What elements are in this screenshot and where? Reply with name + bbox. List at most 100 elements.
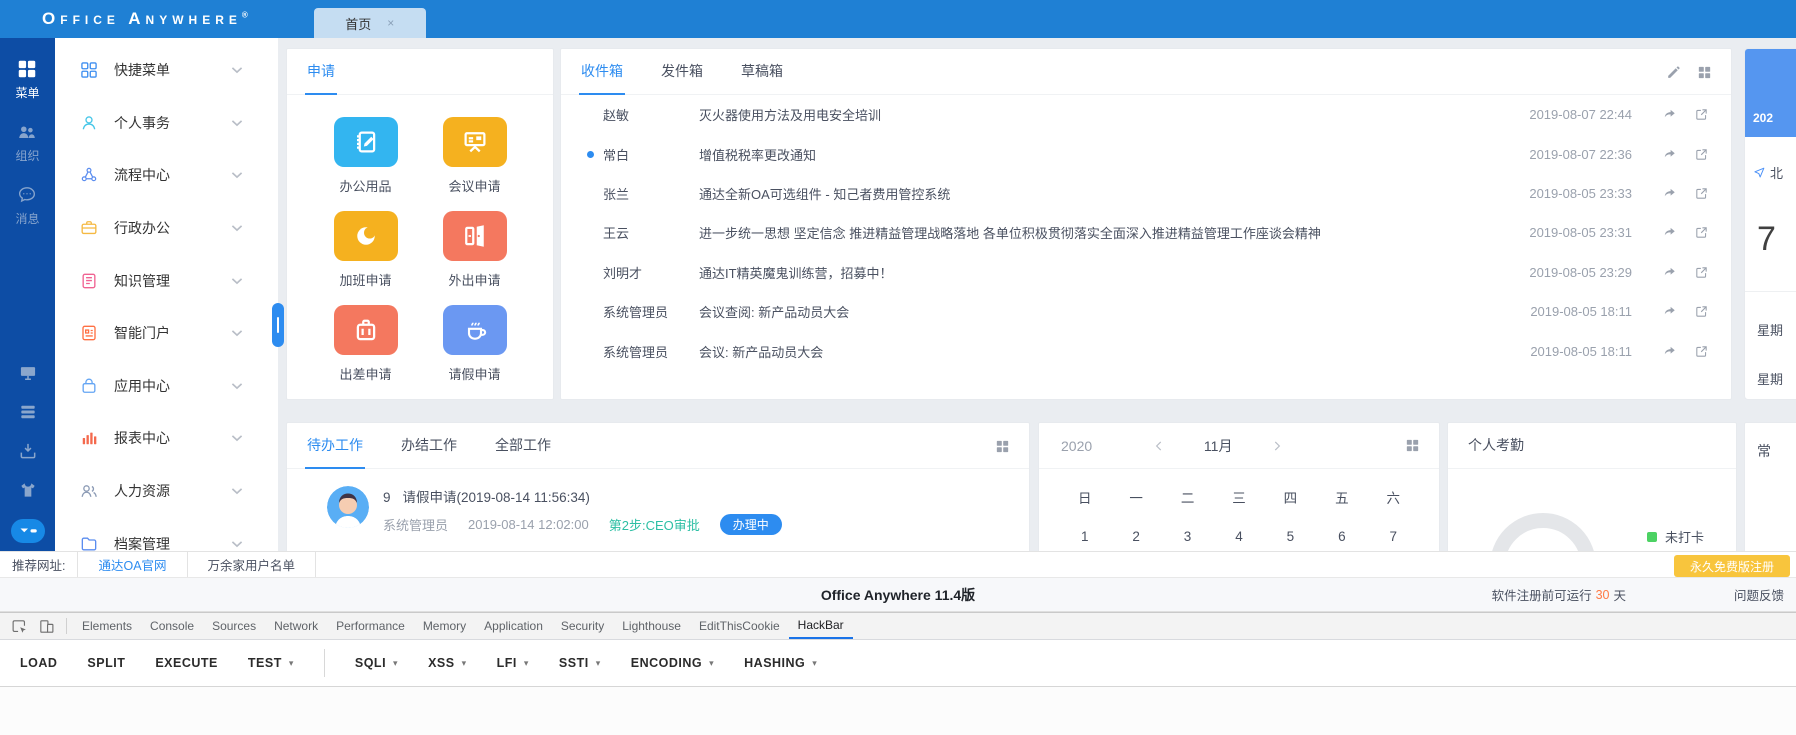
forward-icon[interactable] (1662, 107, 1677, 122)
devtools-tab-editthiscookie[interactable]: EditThisCookie (690, 613, 789, 639)
devtools-tab-security[interactable]: Security (552, 613, 613, 639)
calendar-year: 2020 (1061, 438, 1092, 454)
devtools-tab-sources[interactable]: Sources (203, 613, 265, 639)
sidebar-item-archives[interactable]: 档案管理 (55, 517, 278, 551)
calendar-day[interactable]: 7 (1368, 529, 1419, 544)
hackbar-load[interactable]: LOAD (20, 656, 57, 670)
devtools-tab-application[interactable]: Application (475, 613, 552, 639)
prev-month-icon[interactable] (1152, 439, 1166, 453)
grid-view-icon[interactable] (1696, 64, 1713, 81)
app-overtime-request[interactable]: 加班申请 (334, 211, 398, 289)
inspect-element-icon[interactable] (6, 613, 33, 639)
rail-item-message[interactable]: 消息 (15, 184, 39, 227)
mail-row[interactable]: 赵敏 灭火器使用方法及用电安全培训 2019-08-07 22:44 (561, 95, 1731, 134)
feedback-link[interactable]: 问题反馈 (1734, 578, 1784, 611)
calendar-day[interactable]: 1 (1059, 529, 1110, 544)
app-meeting-request[interactable]: 会议申请 (443, 117, 507, 195)
tab-pending-work[interactable]: 待办工作 (305, 435, 365, 468)
caret-down-icon: ▾ (289, 658, 294, 669)
open-external-icon[interactable] (1694, 147, 1709, 162)
devtools-tab-console[interactable]: Console (141, 613, 203, 639)
devtools-tab-memory[interactable]: Memory (414, 613, 475, 639)
link-oa-official[interactable]: 通达OA官网 (77, 552, 186, 577)
devtools-tab-elements[interactable]: Elements (73, 613, 141, 639)
hackbar-ssti-menu[interactable]: SSTI▾ (559, 656, 601, 670)
sidebar-item-reports[interactable]: 报表中心 (55, 412, 278, 465)
mail-row[interactable]: 王云 进一步统一思想 坚定信念 推进精益管理战略落地 各单位积极贯彻落实全面深入… (561, 213, 1731, 252)
mail-row[interactable]: 张兰 通达全新OA可选组件 - 知己者费用管控系统 2019-08-05 23:… (561, 174, 1731, 213)
sidebar-item-knowledge[interactable]: 知识管理 (55, 254, 278, 307)
open-external-icon[interactable] (1694, 344, 1709, 359)
sidebar-item-portal[interactable]: 智能门户 (55, 307, 278, 360)
open-external-icon[interactable] (1694, 225, 1709, 240)
open-external-icon[interactable] (1694, 107, 1709, 122)
devtools-tab-hackbar[interactable]: HackBar (789, 613, 853, 639)
sidebar-item-workflow[interactable]: 流程中心 (55, 149, 278, 202)
rail-item-org[interactable]: 组织 (15, 121, 39, 164)
device-toolbar-icon[interactable] (33, 613, 60, 639)
tshirt-icon[interactable] (18, 480, 38, 500)
app-office-supplies[interactable]: 办公用品 (334, 117, 398, 195)
hackbar-split[interactable]: SPLIT (87, 656, 125, 670)
next-month-icon[interactable] (1270, 439, 1284, 453)
sidebar-item-admin-office[interactable]: 行政办公 (55, 202, 278, 255)
forward-icon[interactable] (1662, 225, 1677, 240)
hackbar-xss-menu[interactable]: XSS▾ (428, 656, 467, 670)
sidebar-item-hr[interactable]: 人力资源 (55, 465, 278, 518)
register-button[interactable]: 永久免费版注册 (1674, 555, 1790, 577)
sidebar-item-quick-menu[interactable]: 快捷菜单 (55, 44, 278, 97)
forward-icon[interactable] (1662, 344, 1677, 359)
forward-icon[interactable] (1662, 304, 1677, 319)
mail-row[interactable]: 系统管理员 会议查阅: 新产品动员大会 2019-08-05 18:11 (561, 292, 1731, 331)
mail-row[interactable]: 常白 增值税税率更改通知 2019-08-07 22:36 (561, 134, 1731, 173)
link-user-list[interactable]: 万余家用户名单 (187, 552, 317, 577)
forward-icon[interactable] (1662, 265, 1677, 280)
crescent-clock-icon (351, 221, 381, 251)
rail-collapse-pill[interactable] (11, 519, 45, 543)
open-external-icon[interactable] (1694, 186, 1709, 201)
devtools-tab-performance[interactable]: Performance (327, 613, 414, 639)
forward-icon[interactable] (1662, 147, 1677, 162)
hackbar-sqli-menu[interactable]: SQLI▾ (355, 656, 398, 670)
app-business-trip[interactable]: 出差申请 (334, 305, 398, 383)
hackbar-lfi-menu[interactable]: LFI▾ (497, 656, 529, 670)
download-icon[interactable] (18, 441, 38, 461)
hackbar-encoding-menu[interactable]: ENCODING▾ (631, 656, 714, 670)
calendar-month[interactable]: 11月 (1204, 436, 1233, 456)
tab-all-work[interactable]: 全部工作 (493, 435, 553, 468)
rail-item-menu[interactable]: 菜单 (15, 58, 39, 101)
mail-row[interactable]: 系统管理员 会议: 新产品动员大会 2019-08-05 18:11 (561, 331, 1731, 370)
tab-apply[interactable]: 申请 (305, 61, 337, 94)
hackbar-execute[interactable]: EXECUTE (155, 656, 218, 670)
hackbar-hashing-menu[interactable]: HASHING▾ (744, 656, 817, 670)
calendar-day[interactable]: 4 (1213, 529, 1264, 544)
calendar-day[interactable]: 6 (1316, 529, 1367, 544)
sidebar-collapse-handle[interactable] (272, 303, 284, 347)
tab-inbox[interactable]: 收件箱 (579, 61, 625, 94)
sidebar-item-app-center[interactable]: 应用中心 (55, 360, 278, 413)
devtools-tab-network[interactable]: Network (265, 613, 327, 639)
hackbar-test-menu[interactable]: TEST▾ (248, 656, 294, 670)
monitor-icon[interactable] (18, 363, 38, 383)
tab-sent[interactable]: 发件箱 (659, 61, 705, 94)
open-external-icon[interactable] (1694, 265, 1709, 280)
grid-view-icon[interactable] (1404, 437, 1421, 454)
mail-row[interactable]: 刘明才 通达IT精英魔鬼训练营，招募中！ 2019-08-05 23:29 (561, 253, 1731, 292)
app-leave-request[interactable]: 请假申请 (443, 305, 507, 383)
tab-finished-work[interactable]: 办结工作 (399, 435, 459, 468)
server-stack-icon[interactable] (18, 402, 38, 422)
sidebar-item-personal[interactable]: 个人事务 (55, 97, 278, 150)
calendar-day[interactable]: 5 (1265, 529, 1316, 544)
calendar-day[interactable]: 2 (1110, 529, 1161, 544)
app-outing-request[interactable]: 外出申请 (443, 211, 507, 289)
tab-home[interactable]: 首页 × (314, 8, 426, 38)
compose-pencil-icon[interactable] (1665, 64, 1682, 81)
open-external-icon[interactable] (1694, 304, 1709, 319)
forward-icon[interactable] (1662, 186, 1677, 201)
calendar-day[interactable]: 3 (1162, 529, 1213, 544)
devtools-tab-lighthouse[interactable]: Lighthouse (613, 613, 690, 639)
tab-close-icon[interactable]: × (387, 16, 394, 30)
grid-view-icon[interactable] (994, 438, 1011, 455)
tab-drafts[interactable]: 草稿箱 (739, 61, 785, 94)
todo-work-item[interactable]: 9请假申请(2019-08-14 11:56:34) 系统管理员 2019-08… (287, 469, 1029, 535)
